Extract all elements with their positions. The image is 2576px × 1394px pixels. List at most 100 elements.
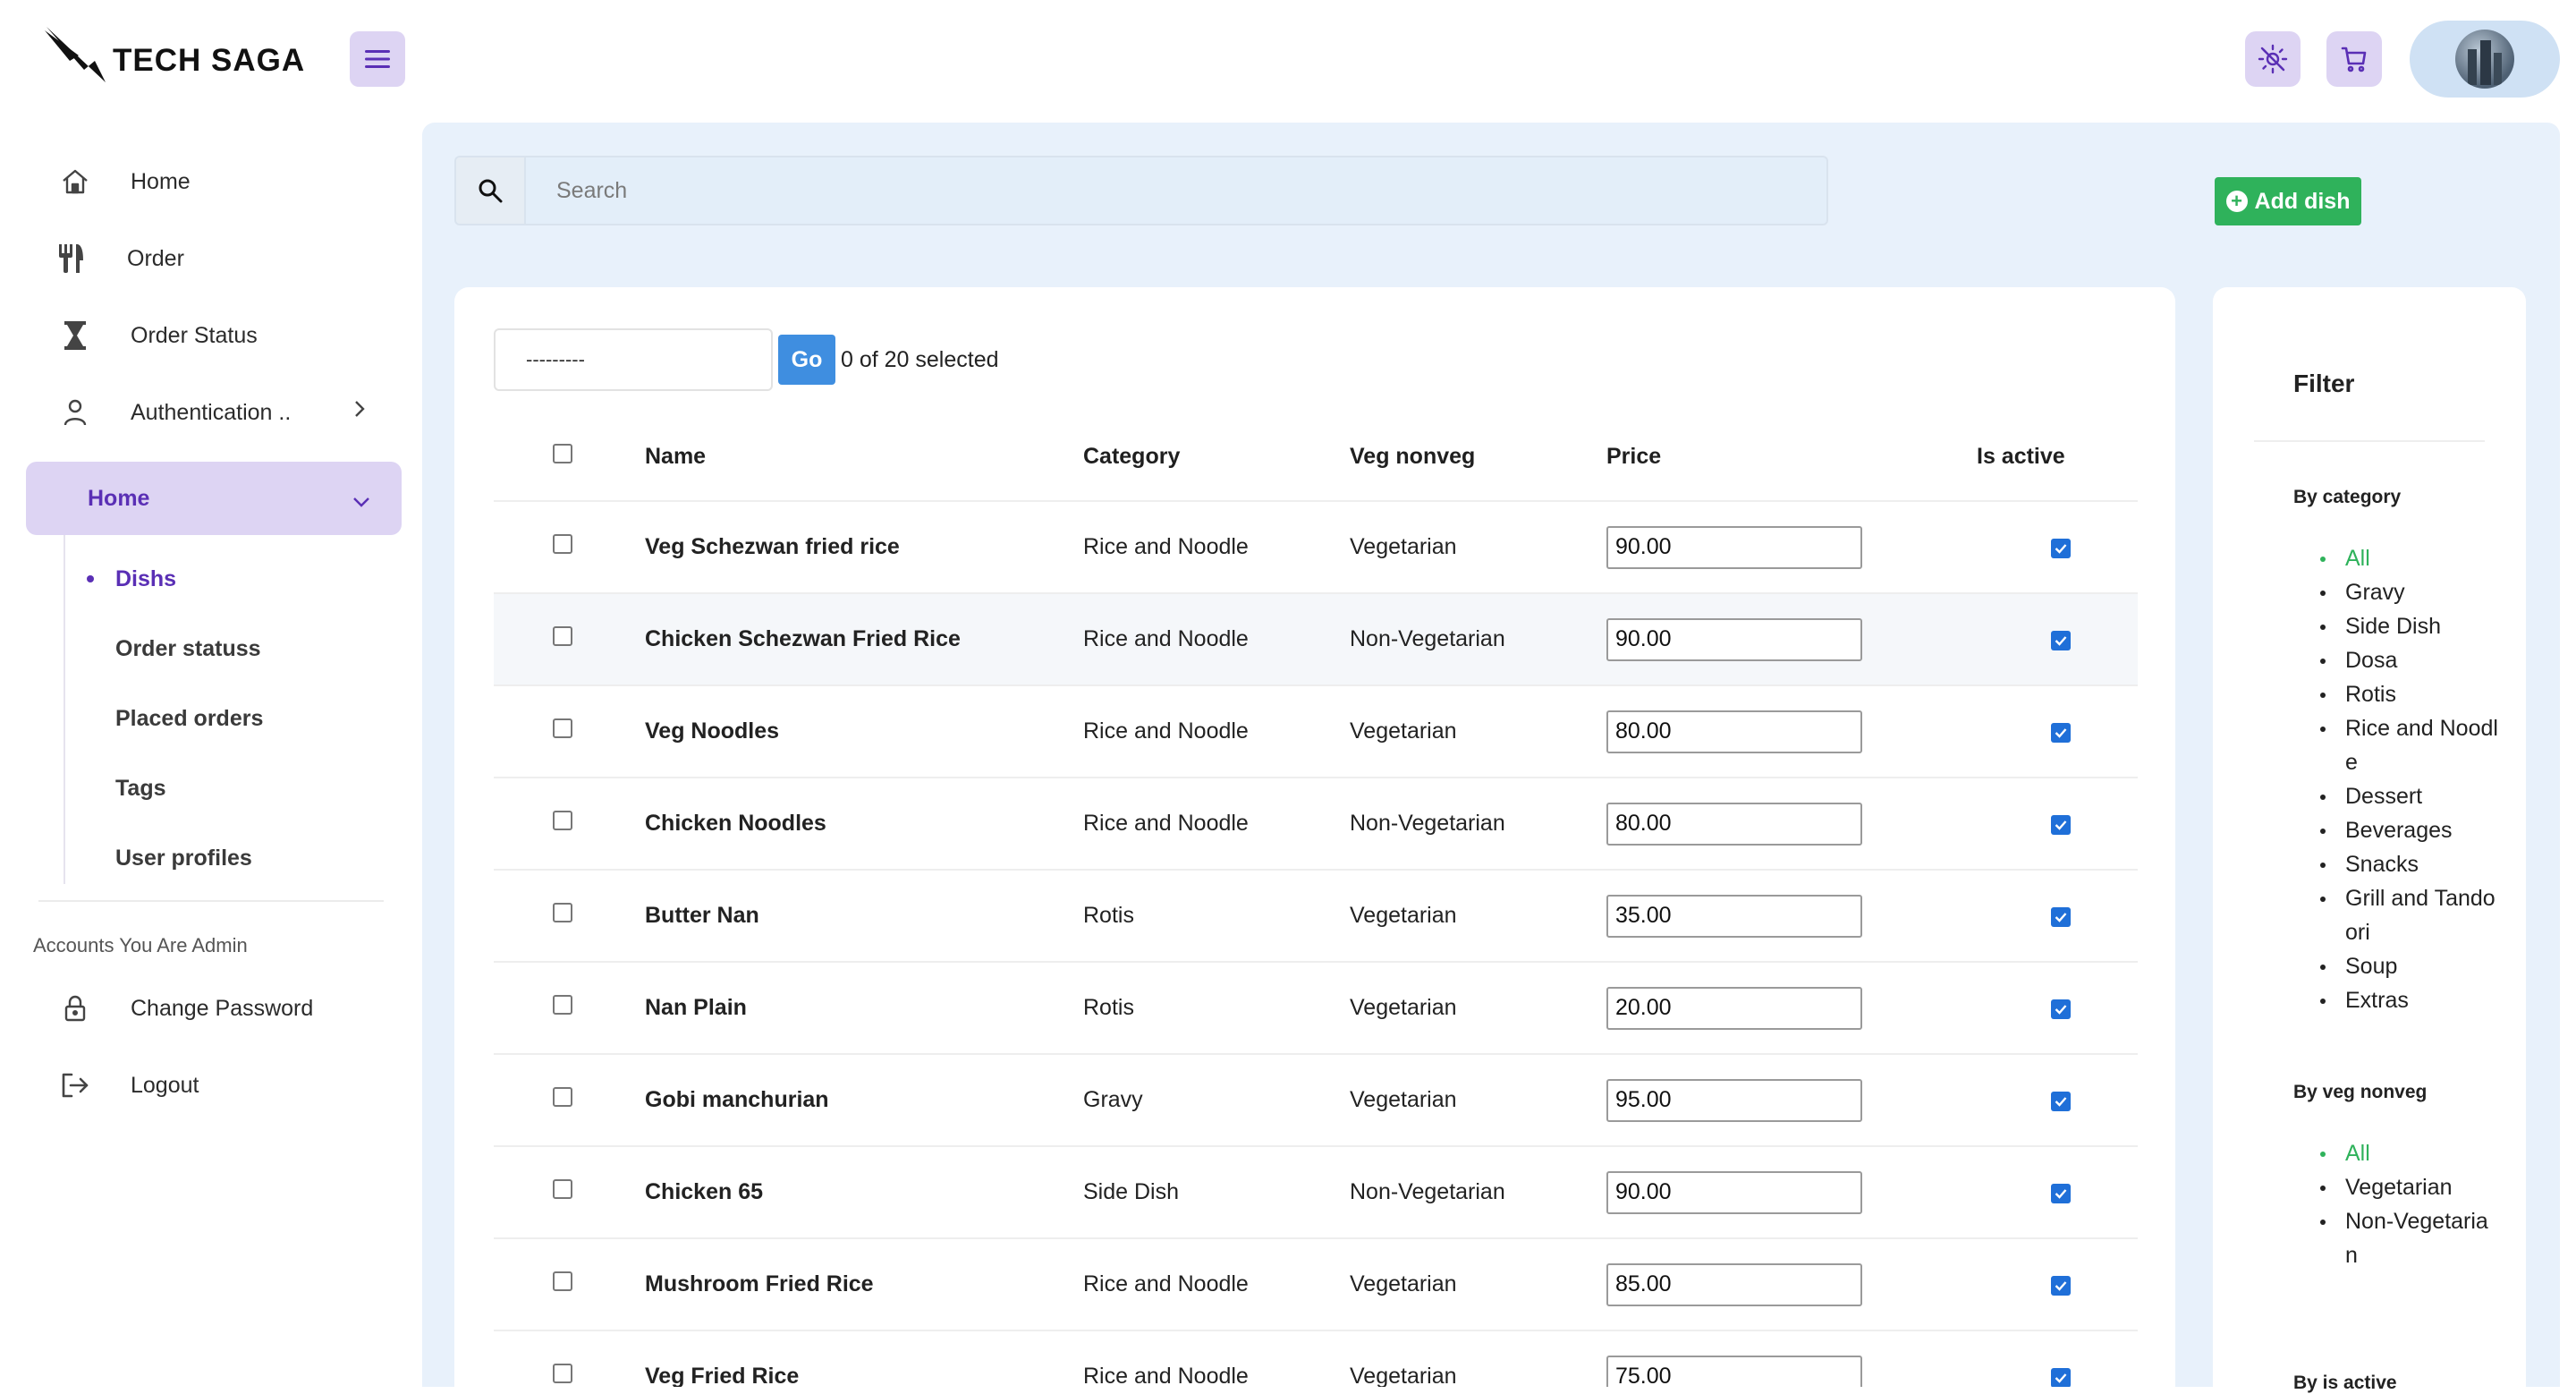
row-select-checkbox[interactable] xyxy=(553,1179,572,1199)
check-icon xyxy=(2055,636,2067,646)
filter-option[interactable]: Snacks xyxy=(2320,847,2499,881)
filter-option[interactable]: Gravy xyxy=(2320,575,2499,609)
sidebar-section-label: Accounts You Are Admin xyxy=(33,934,248,956)
is-active-checkbox[interactable] xyxy=(2051,539,2071,558)
sidebar-subitem-tags[interactable]: Tags xyxy=(65,753,402,823)
go-button[interactable]: Go xyxy=(778,335,835,385)
sun-icon xyxy=(2258,44,2288,74)
sidebar-item-order[interactable]: Order xyxy=(26,220,402,297)
table-row[interactable]: Chicken 65 Side Dish Non-Vegetarian xyxy=(494,1146,2138,1239)
table-row[interactable]: Butter Nan Rotis Vegetarian xyxy=(494,870,2138,963)
column-header-price[interactable]: Price xyxy=(1606,412,1976,502)
table-row[interactable]: Veg Fried Rice Rice and Noodle Vegetarian xyxy=(494,1330,2138,1387)
filter-option[interactable]: Rotis xyxy=(2320,677,2499,711)
row-select-checkbox[interactable] xyxy=(553,1271,572,1291)
search-input[interactable] xyxy=(526,157,1826,224)
table-row[interactable]: Gobi manchurian Gravy Vegetarian xyxy=(494,1054,2138,1147)
filter-option[interactable]: Soup xyxy=(2320,949,2499,983)
filter-option[interactable]: Side Dish xyxy=(2320,609,2499,643)
check-icon xyxy=(2055,1281,2067,1291)
cart-button[interactable] xyxy=(2326,31,2382,87)
price-input[interactable] xyxy=(1606,894,1862,938)
row-select-checkbox[interactable] xyxy=(553,626,572,646)
bulk-action-select[interactable]: --------- xyxy=(494,328,773,391)
price-input[interactable] xyxy=(1606,1078,1862,1122)
dish-name[interactable]: Mushroom Fried Rice xyxy=(644,1238,1082,1331)
theme-toggle-button[interactable] xyxy=(2245,31,2301,87)
price-input[interactable] xyxy=(1606,1262,1862,1306)
table-row[interactable]: Veg Noodles Rice and Noodle Vegetarian xyxy=(494,685,2138,778)
dish-name[interactable]: Chicken Schezwan Fried Rice xyxy=(644,593,1082,686)
row-select-checkbox[interactable] xyxy=(553,903,572,922)
sidebar-item-change-password[interactable]: Change Password xyxy=(26,970,402,1047)
dish-name[interactable]: Chicken Noodles xyxy=(644,778,1082,871)
price-input[interactable] xyxy=(1606,802,1862,846)
filter-option[interactable]: Beverages xyxy=(2320,813,2499,847)
price-input[interactable] xyxy=(1606,710,1862,753)
sidebar-subitem-dishs[interactable]: Dishs xyxy=(65,544,402,614)
sidebar-item-home[interactable]: Home xyxy=(26,143,402,220)
sidebar-item-order-status[interactable]: Order Status xyxy=(26,297,402,374)
price-input[interactable] xyxy=(1606,1170,1862,1214)
is-active-checkbox[interactable] xyxy=(2051,815,2071,835)
is-active-checkbox[interactable] xyxy=(2051,1368,2071,1387)
filter-option[interactable]: All xyxy=(2320,541,2499,575)
column-header-is-active[interactable]: Is active xyxy=(1976,412,2138,502)
filter-option[interactable]: Non-Vegetarian xyxy=(2320,1204,2499,1272)
filter-option[interactable]: Grill and Tandoori xyxy=(2320,881,2499,949)
is-active-checkbox[interactable] xyxy=(2051,999,2071,1019)
dish-veg-nonveg: Vegetarian xyxy=(1349,962,1606,1055)
is-active-checkbox[interactable] xyxy=(2051,1184,2071,1203)
is-active-checkbox[interactable] xyxy=(2051,907,2071,927)
filter-option[interactable]: Extras xyxy=(2320,983,2499,1017)
sidebar-group-home[interactable]: Home xyxy=(26,462,402,535)
price-input[interactable] xyxy=(1606,986,1862,1030)
add-dish-button[interactable]: + Add dish xyxy=(2215,177,2361,225)
dish-name[interactable]: Veg Fried Rice xyxy=(644,1330,1082,1387)
filter-option[interactable]: All xyxy=(2320,1136,2499,1170)
filter-option[interactable]: Vegetarian xyxy=(2320,1170,2499,1204)
row-select-checkbox[interactable] xyxy=(553,995,572,1015)
row-select-checkbox[interactable] xyxy=(553,718,572,738)
sidebar-subitem-placed-orders[interactable]: Placed orders xyxy=(65,684,402,753)
is-active-checkbox[interactable] xyxy=(2051,723,2071,743)
hamburger-icon xyxy=(365,50,390,68)
table-row[interactable]: Chicken Noodles Rice and Noodle Non-Vegeta… xyxy=(494,778,2138,871)
column-header-name[interactable]: Name xyxy=(644,412,1082,502)
sidebar-item-logout[interactable]: Logout xyxy=(26,1047,402,1124)
dish-name[interactable]: Veg Schezwan fried rice xyxy=(644,501,1082,594)
is-active-checkbox[interactable] xyxy=(2051,631,2071,650)
table-row[interactable]: Chicken Schezwan Fried Rice Rice and Nood… xyxy=(494,593,2138,686)
table-row[interactable]: Mushroom Fried Rice Rice and Noodle Vegeta… xyxy=(494,1238,2138,1331)
is-active-checkbox[interactable] xyxy=(2051,1092,2071,1111)
dish-name[interactable]: Nan Plain xyxy=(644,962,1082,1055)
search-button[interactable] xyxy=(456,157,526,224)
row-select-checkbox[interactable] xyxy=(553,811,572,830)
user-menu[interactable] xyxy=(2410,21,2560,98)
menu-toggle-button[interactable] xyxy=(350,31,405,87)
filter-option[interactable]: Rice and Noodle xyxy=(2320,711,2499,779)
brand-logo[interactable]: TECH SAGA xyxy=(43,25,305,84)
filter-option[interactable]: Dosa xyxy=(2320,643,2499,677)
column-header-veg-nonveg[interactable]: Veg nonveg xyxy=(1349,412,1606,502)
filter-veg-list: All Vegetarian Non-Vegetarian xyxy=(2320,1136,2499,1272)
column-header-category[interactable]: Category xyxy=(1082,412,1349,502)
dish-name[interactable]: Gobi manchurian xyxy=(644,1054,1082,1147)
sidebar-item-authentication[interactable]: Authentication .. xyxy=(26,374,402,451)
price-input[interactable] xyxy=(1606,617,1862,661)
row-select-checkbox[interactable] xyxy=(553,1087,572,1107)
sidebar-subitem-order-statuss[interactable]: Order statuss xyxy=(65,614,402,684)
dish-name[interactable]: Butter Nan xyxy=(644,870,1082,963)
price-input[interactable] xyxy=(1606,1355,1862,1387)
row-select-checkbox[interactable] xyxy=(553,1364,572,1383)
row-select-checkbox[interactable] xyxy=(553,534,572,554)
is-active-checkbox[interactable] xyxy=(2051,1276,2071,1296)
table-row[interactable]: Nan Plain Rotis Vegetarian xyxy=(494,962,2138,1055)
dish-name[interactable]: Veg Noodles xyxy=(644,685,1082,778)
price-input[interactable] xyxy=(1606,525,1862,569)
select-all-checkbox[interactable] xyxy=(553,443,572,463)
dish-name[interactable]: Chicken 65 xyxy=(644,1146,1082,1239)
filter-option[interactable]: Dessert xyxy=(2320,779,2499,813)
sidebar-subitem-user-profiles[interactable]: User profiles xyxy=(65,823,402,893)
table-row[interactable]: Veg Schezwan fried rice Rice and Noodle Ve… xyxy=(494,501,2138,594)
